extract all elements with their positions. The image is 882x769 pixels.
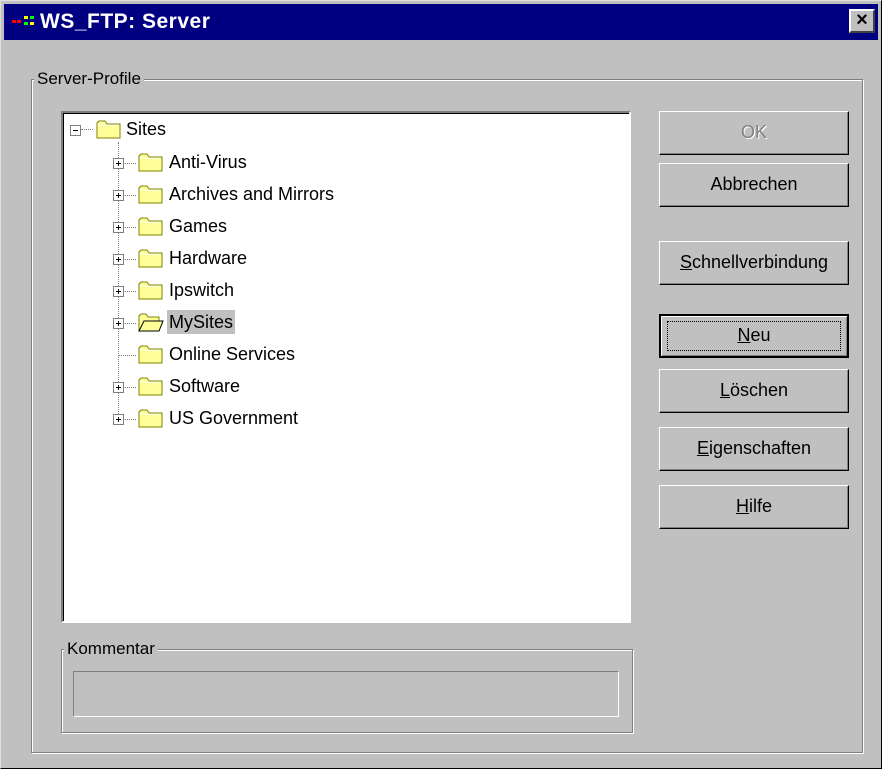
expand-icon[interactable] — [113, 318, 124, 329]
help-button[interactable]: Hilfe — [659, 485, 849, 529]
new-button[interactable]: Neu — [659, 314, 849, 358]
tree-node-label: Games — [169, 216, 228, 236]
tree-node-label: Ipswitch — [169, 280, 235, 300]
folder-icon — [138, 409, 163, 428]
comment-field[interactable] — [73, 671, 619, 717]
tree-node-mysites[interactable]: MySites — [64, 308, 564, 338]
tree-node-online-services[interactable]: Online Services — [64, 340, 564, 370]
focus-rectangle — [667, 321, 841, 351]
ok-button-label: OK — [740, 122, 767, 142]
tree-node-label: Software — [169, 376, 241, 396]
mnemonic-letter: S — [679, 252, 692, 272]
folder-icon — [138, 281, 163, 300]
tree-node-label: MySites — [167, 310, 236, 334]
cancel-button[interactable]: Abbrechen — [659, 163, 849, 207]
properties-button[interactable]: Eigenschaften — [659, 427, 849, 471]
properties-label: igenschaften — [708, 438, 812, 458]
mnemonic-letter: L — [719, 380, 730, 400]
expand-icon[interactable] — [113, 254, 124, 265]
ok-button[interactable]: OK — [659, 111, 849, 155]
close-button[interactable]: × — [849, 9, 875, 33]
folder-icon — [138, 217, 163, 236]
tree-node-software[interactable]: Software — [64, 372, 564, 402]
help-label: ilfe — [748, 496, 772, 516]
window-title: WS_FTP: Server — [40, 10, 211, 33]
tree-node-sites[interactable]: Sites — [64, 116, 364, 146]
open-folder-icon — [138, 313, 164, 332]
title-bar[interactable]: WS_FTP: Server × — [4, 4, 878, 40]
folder-icon — [138, 153, 163, 172]
tree-node-archives[interactable]: Archives and Mirrors — [64, 180, 564, 210]
expand-icon[interactable] — [113, 382, 124, 393]
comment-label: Kommentar — [64, 639, 158, 659]
expand-icon[interactable] — [113, 414, 124, 425]
mnemonic-letter: H — [735, 496, 749, 516]
folder-icon — [138, 249, 163, 268]
tree-content: Sites Anti-Virus Archives and Mirrors Ga… — [63, 113, 629, 621]
expand-icon[interactable] — [113, 190, 124, 201]
expand-icon[interactable] — [113, 158, 124, 169]
quick-connect-button[interactable]: Schnellverbindung — [659, 241, 849, 285]
site-tree-view[interactable]: Sites Anti-Virus Archives and Mirrors Ga… — [61, 111, 631, 623]
ws-ftp-app-icon — [12, 16, 34, 25]
tree-node-ipswitch[interactable]: Ipswitch — [64, 276, 564, 306]
tree-node-label: Online Services — [169, 344, 296, 364]
tree-node-label: Hardware — [169, 248, 248, 268]
tree-node-label: Archives and Mirrors — [169, 184, 335, 204]
tree-node-us-government[interactable]: US Government — [64, 404, 564, 434]
tree-node-label: Sites — [126, 119, 167, 139]
folder-icon — [138, 377, 163, 396]
expand-icon[interactable] — [113, 286, 124, 297]
delete-button[interactable]: Löschen — [659, 369, 849, 413]
folder-icon — [96, 120, 121, 139]
tree-node-label: Anti-Virus — [169, 152, 247, 172]
tree-node-hardware[interactable]: Hardware — [64, 244, 564, 274]
tree-node-games[interactable]: Games — [64, 212, 564, 242]
tree-connector — [118, 355, 136, 356]
folder-icon — [138, 185, 163, 204]
server-profile-label: Server-Profile — [34, 69, 144, 89]
collapse-icon[interactable] — [70, 125, 81, 136]
delete-label: öschen — [729, 380, 789, 400]
mnemonic-letter: E — [696, 438, 709, 458]
server-dialog: WS_FTP: Server × Server-Profile Sites An… — [0, 0, 882, 769]
cancel-button-label: Abbrechen — [710, 174, 798, 194]
tree-node-label: US Government — [169, 408, 299, 428]
expand-icon[interactable] — [113, 222, 124, 233]
close-icon: × — [856, 9, 868, 31]
quick-connect-label: chnellverbindung — [691, 252, 829, 272]
tree-node-anti-virus[interactable]: Anti-Virus — [64, 148, 564, 178]
folder-icon — [138, 345, 163, 364]
